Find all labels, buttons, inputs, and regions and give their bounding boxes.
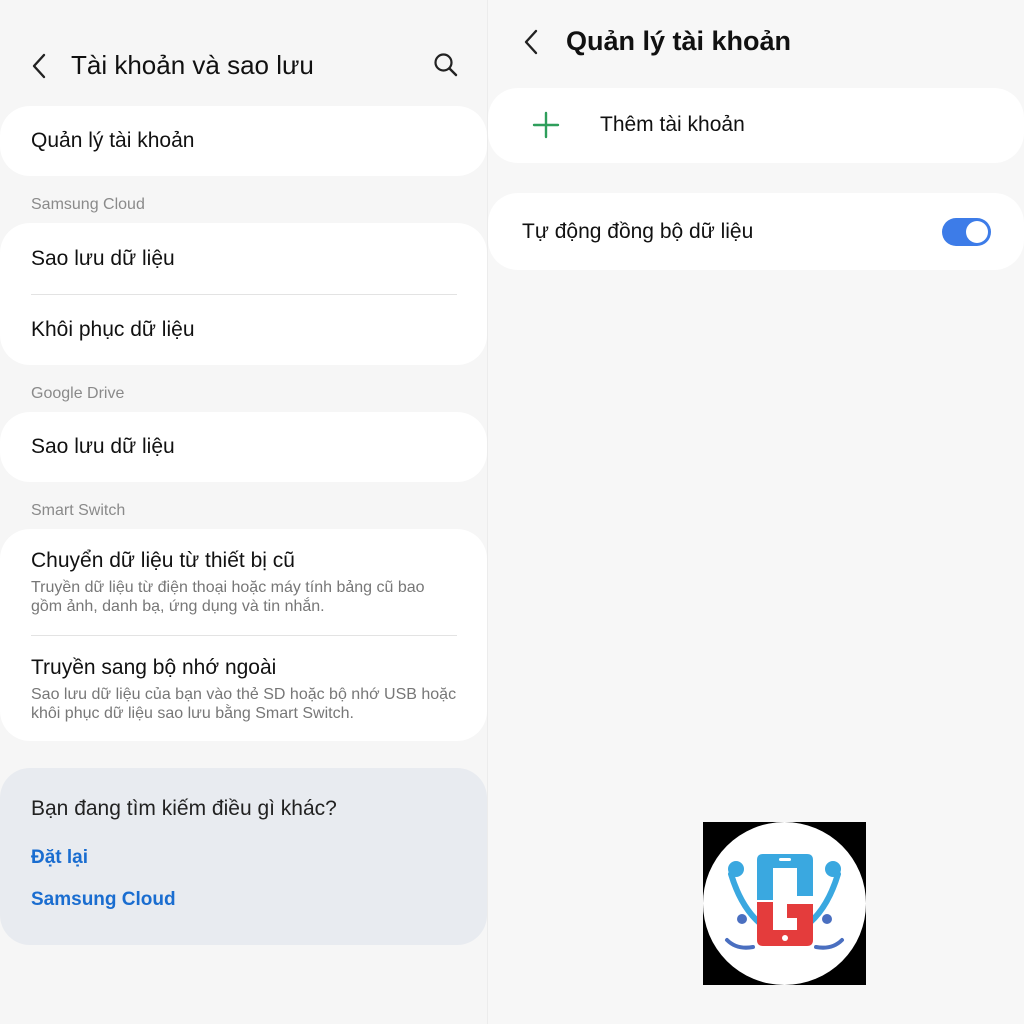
section-label-google-drive: Google Drive <box>31 385 125 402</box>
samsung-restore-item[interactable]: Khôi phục dữ liệu <box>31 318 195 342</box>
external-storage-desc-1: Sao lưu dữ liệu của bạn vào thẻ SD hoặc … <box>31 686 457 703</box>
reset-link[interactable]: Đặt lại <box>31 847 88 869</box>
external-storage-item[interactable]: Truyền sang bộ nhớ ngoài <box>31 656 276 680</box>
section-label-samsung-cloud: Samsung Cloud <box>31 196 145 213</box>
transfer-old-device-item[interactable]: Chuyển dữ liệu từ thiết bị cũ <box>31 549 295 573</box>
samsung-backup-item[interactable]: Sao lưu dữ liệu <box>31 247 175 271</box>
back-arrow-icon[interactable] <box>520 27 542 57</box>
external-storage-desc-2: khôi phục dữ liệu sao lưu bằng Smart Swi… <box>31 705 354 722</box>
auto-sync-toggle[interactable] <box>942 218 991 246</box>
divider <box>31 294 457 295</box>
transfer-old-device-desc-2: gồm ảnh, danh bạ, ứng dụng và tin nhắn. <box>31 598 325 615</box>
back-arrow-icon[interactable] <box>28 51 50 81</box>
page-title: Tài khoản và sao lưu <box>71 50 314 80</box>
right-header: Quản lý tài khoản <box>520 26 791 57</box>
account-backup-screen: Tài khoản và sao lưu Quản lý tài khoản S… <box>0 0 487 1024</box>
add-account-item[interactable] <box>488 88 1024 163</box>
search-icon[interactable] <box>432 51 460 79</box>
suggestion-title: Bạn đang tìm kiếm điều gì khác? <box>31 797 337 820</box>
page-title: Quản lý tài khoản <box>566 26 792 56</box>
left-header: Tài khoản và sao lưu <box>28 50 314 81</box>
logo-circle <box>703 822 866 985</box>
auto-sync-label: Tự động đồng bộ dữ liệu <box>522 220 754 243</box>
google-backup-item[interactable]: Sao lưu dữ liệu <box>31 435 175 459</box>
logo <box>703 822 866 985</box>
divider <box>31 635 457 636</box>
samsung-cloud-link[interactable]: Samsung Cloud <box>31 889 176 911</box>
add-account-label: Thêm tài khoản <box>600 113 745 136</box>
toggle-knob <box>966 221 988 243</box>
section-label-smart-switch: Smart Switch <box>31 502 126 519</box>
manage-accounts-label: Quản lý tài khoản <box>31 129 195 152</box>
transfer-old-device-desc-1: Truyền dữ liệu từ điện thoại hoặc máy tí… <box>31 579 425 596</box>
plus-icon <box>532 111 560 139</box>
